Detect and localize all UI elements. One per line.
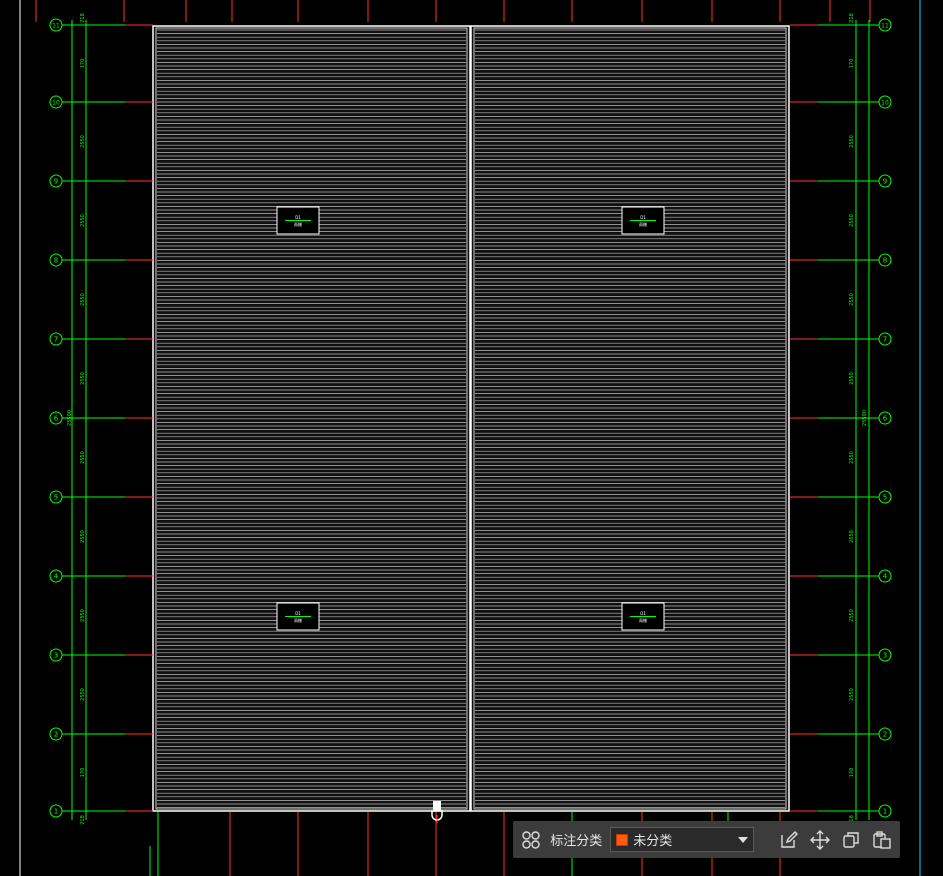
grid-bubble-label-left-5: 5 <box>54 494 58 502</box>
tag-line1-2: D1 <box>640 215 646 220</box>
dim-label-left-3: 2550 <box>80 530 86 543</box>
tag-line2-2: 雨棚 <box>639 221 647 227</box>
dim-label-right-6: 2550 <box>849 293 855 306</box>
grid-bubble-label-right-5: 5 <box>883 494 887 502</box>
grid-bubble-label-right-11: 11 <box>881 23 889 30</box>
dim-label-right-5: 2550 <box>849 372 855 385</box>
grid-bubble-label-left-7: 7 <box>54 336 58 344</box>
dim-label-right-overall: 25500 <box>862 410 868 426</box>
grid-bubble-label-left-4: 4 <box>54 573 59 581</box>
cad-drawing-canvas[interactable]: 1 12 23 34 45 56 67 78 89 910 1011 11 170 1702550 255… <box>0 0 943 876</box>
dim-label-right-2: 2550 <box>849 609 855 622</box>
dim-label-left-5: 2550 <box>80 372 86 385</box>
copy-icon[interactable] <box>840 828 863 852</box>
grid-bubble-label-left-8: 8 <box>54 257 58 265</box>
grid-bubble-label-left-9: 9 <box>54 178 58 186</box>
grid-bubble-label-right-1: 1 <box>883 808 887 816</box>
grid-bubble-label-right-4: 4 <box>883 573 888 581</box>
move-icon[interactable] <box>808 828 831 852</box>
dim-label-right-9: 170 <box>849 59 855 69</box>
tag-line1-3: D1 <box>295 611 301 616</box>
grid-bubble-label-right-6: 6 <box>883 415 888 423</box>
dim-label-left-0: 170 <box>80 768 86 778</box>
dim-label-right-1: 2550 <box>849 688 855 701</box>
category-color-swatch <box>616 833 629 846</box>
annotation-toolbar: 标注分类 未分类 <box>513 821 900 858</box>
grid-bubble-label-left-11: 11 <box>52 23 60 30</box>
dim-label-left-8: 2550 <box>80 135 86 148</box>
dim-label-left-7: 2550 <box>80 214 86 227</box>
category-label: 标注分类 <box>550 834 603 849</box>
dim-label-left-9: 170 <box>80 59 86 69</box>
cursor-marker-icon <box>431 801 443 827</box>
tag-line2-4: 雨棚 <box>639 617 647 623</box>
roof-panels <box>152 25 790 812</box>
grid-apps-icon[interactable] <box>519 828 542 852</box>
grid-bubble-label-right-2: 2 <box>883 731 887 739</box>
dim-label-left-6: 2550 <box>80 293 86 306</box>
grid-bubble-label-left-2: 2 <box>54 731 58 739</box>
dim-label-left-1: 2550 <box>80 688 86 701</box>
grid-bubble-label-right-7: 7 <box>883 336 887 344</box>
grid-bubble-label-right-9: 9 <box>883 178 887 186</box>
category-select[interactable]: 未分类 <box>610 827 754 852</box>
grid-bubble-label-left-6: 6 <box>54 415 59 423</box>
dim-label-right-4: 2550 <box>849 451 855 464</box>
paste-icon[interactable] <box>871 828 894 852</box>
grid-bubble-label-right-10: 10 <box>881 100 889 107</box>
chevron-down-icon <box>737 836 748 843</box>
dim-label-left-bottom-end: 218 <box>80 815 86 825</box>
dim-label-right-top-end: 218 <box>849 13 855 23</box>
tag-line2-3: 雨棚 <box>294 617 302 623</box>
dim-label-left-2: 2550 <box>80 609 86 622</box>
dim-label-left-4: 2550 <box>80 451 86 464</box>
tag-line2-1: 雨棚 <box>294 221 302 227</box>
grid-bubble-label-left-3: 3 <box>54 652 58 660</box>
grid-bubble-label-left-10: 10 <box>52 100 60 107</box>
dim-label-right-0: 170 <box>849 768 855 778</box>
dim-label-left-overall: 25500 <box>67 410 73 426</box>
tag-line1-1: D1 <box>295 215 301 220</box>
dim-label-right-8: 2550 <box>849 135 855 148</box>
dim-label-right-3: 2550 <box>849 530 855 543</box>
category-select-value: 未分类 <box>633 834 673 849</box>
grid-bubble-label-right-3: 3 <box>883 652 887 660</box>
dim-label-right-7: 2550 <box>849 214 855 227</box>
grid-bubble-label-right-8: 8 <box>883 257 887 265</box>
grid-bubble-label-left-1: 1 <box>54 808 58 816</box>
edit-icon[interactable] <box>777 828 800 852</box>
dim-label-left-top-end: 218 <box>80 13 86 23</box>
tag-line1-4: D1 <box>640 611 646 616</box>
